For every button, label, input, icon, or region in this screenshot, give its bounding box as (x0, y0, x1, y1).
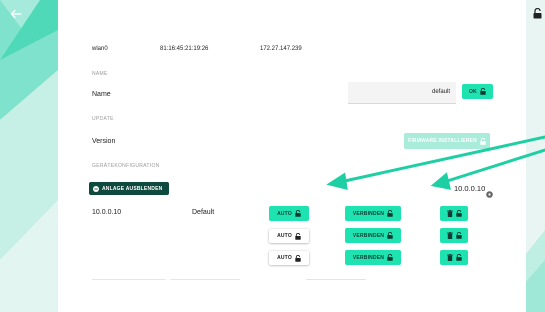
annotation-arrowhead (326, 172, 348, 191)
annotation-arrowhead (430, 172, 451, 190)
annotation-arrows (326, 135, 545, 191)
